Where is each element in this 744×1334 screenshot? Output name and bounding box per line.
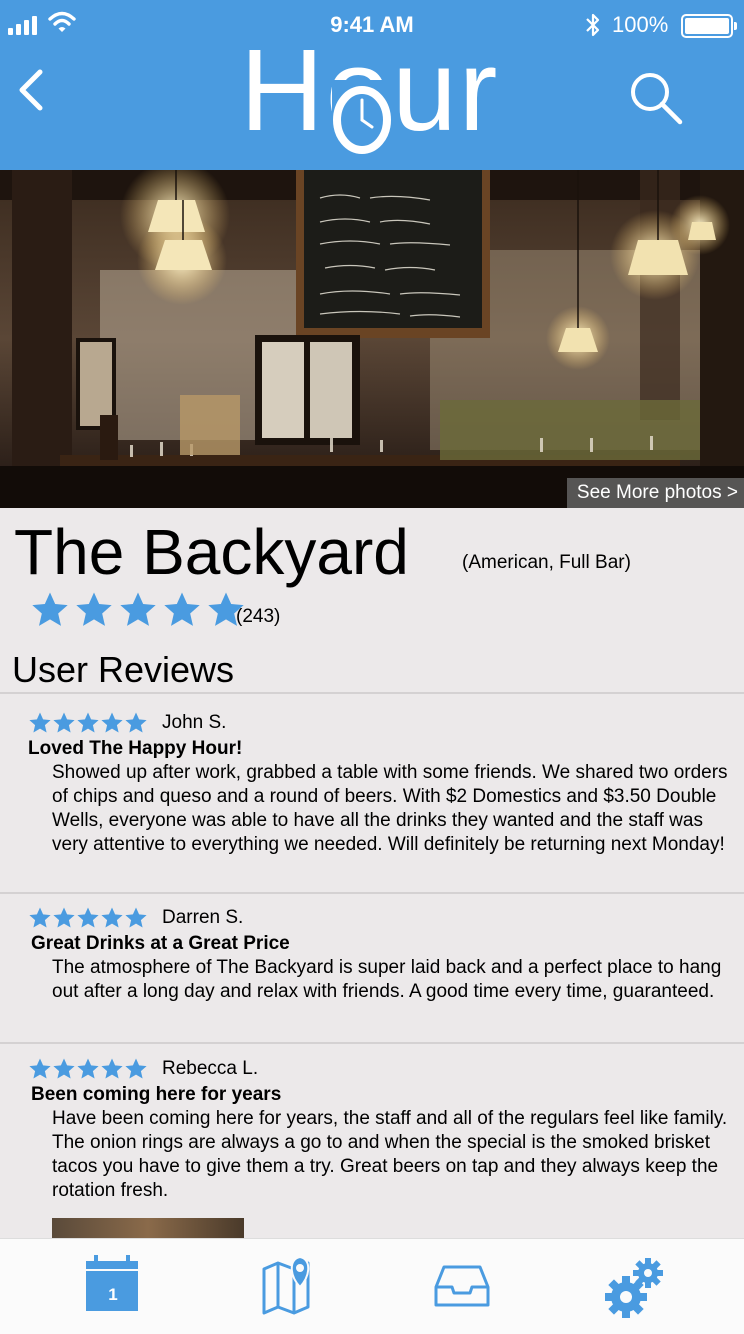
star-icon xyxy=(125,1058,147,1079)
star-icon xyxy=(29,712,51,733)
back-chevron-icon[interactable] xyxy=(12,62,52,118)
venue-name: The Backyard xyxy=(14,516,409,588)
star-icon xyxy=(53,1058,75,1079)
settings-gears-icon xyxy=(605,1258,663,1318)
review-title: Loved The Happy Hour! xyxy=(28,738,243,759)
star-icon xyxy=(29,907,51,928)
restaurant-interior-image xyxy=(0,170,744,508)
calendar-day-number: 1 xyxy=(108,1285,118,1304)
star-icon xyxy=(101,712,123,733)
see-more-photos-button[interactable]: See More photos > xyxy=(566,478,744,508)
review-body: Have been coming here for years, the sta… xyxy=(52,1108,728,1201)
venue-hero-photo[interactable]: See More photos > xyxy=(0,170,744,508)
star-icon xyxy=(77,907,99,928)
star-icon xyxy=(125,712,147,733)
review-star-rating xyxy=(28,711,148,735)
review-author[interactable]: John S. xyxy=(162,711,226,735)
star-icon xyxy=(53,907,75,928)
star-icon xyxy=(76,592,112,626)
star-icon xyxy=(101,907,123,928)
bluetooth-icon xyxy=(586,13,600,37)
battery-percent: 100% xyxy=(612,12,669,37)
star-icon xyxy=(125,907,147,928)
venue-cuisine-type: (American, Full Bar) xyxy=(462,552,631,573)
venue-star-rating xyxy=(30,590,246,630)
clock-icon xyxy=(332,80,392,154)
review-body: The atmosphere of The Backyard is super … xyxy=(52,957,722,1002)
star-icon xyxy=(53,712,75,733)
battery-icon xyxy=(681,14,737,38)
divider xyxy=(0,692,744,694)
review-title: Great Drinks at a Great Price xyxy=(31,933,290,954)
star-icon xyxy=(101,1058,123,1079)
review-author[interactable]: Darren S. xyxy=(162,906,243,930)
review-body: Showed up after work, grabbed a table wi… xyxy=(52,762,728,855)
app-header: 9:41 AM 100% Hour xyxy=(0,0,744,170)
review-photo-thumbnail[interactable] xyxy=(52,1218,244,1238)
divider xyxy=(0,1042,744,1044)
review-author[interactable]: Rebecca L. xyxy=(162,1057,258,1081)
app-logo: Hour xyxy=(240,30,510,154)
star-icon xyxy=(77,1058,99,1079)
user-reviews-heading: User Reviews xyxy=(12,649,235,690)
tab-map[interactable] xyxy=(256,1253,326,1323)
map-pin-icon xyxy=(262,1255,310,1315)
review-title: Been coming here for years xyxy=(31,1084,282,1105)
tab-settings[interactable] xyxy=(600,1253,670,1323)
star-icon xyxy=(120,592,156,626)
tab-inbox[interactable] xyxy=(428,1253,498,1323)
star-icon xyxy=(77,712,99,733)
search-icon[interactable] xyxy=(628,70,684,126)
inbox-tray-icon xyxy=(434,1265,490,1307)
divider xyxy=(0,892,744,894)
review-star-rating xyxy=(28,906,148,930)
tab-calendar[interactable]: 1 xyxy=(78,1253,148,1323)
star-icon xyxy=(29,1058,51,1079)
bottom-tab-bar: 1 xyxy=(0,1238,744,1334)
star-icon xyxy=(32,592,68,626)
review-count[interactable]: (243) xyxy=(236,606,280,628)
star-icon xyxy=(164,592,200,626)
review-star-rating xyxy=(28,1057,148,1081)
